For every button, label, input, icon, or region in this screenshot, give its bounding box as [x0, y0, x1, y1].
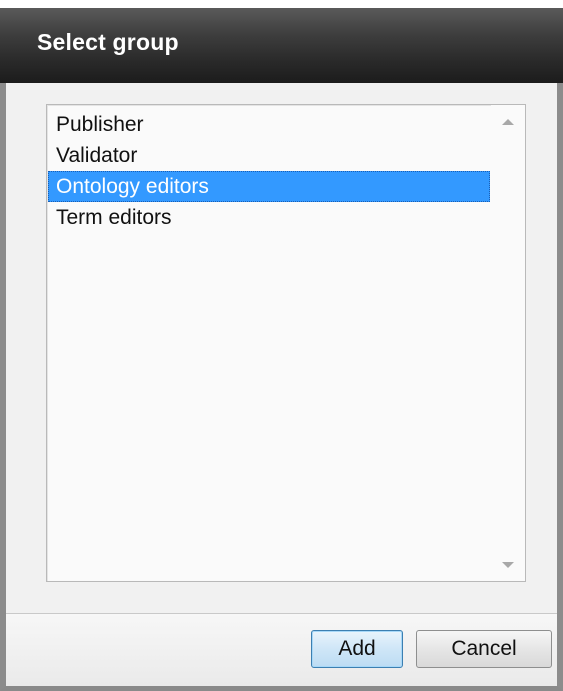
cancel-button[interactable]: Cancel	[416, 630, 552, 668]
dialog-title: Select group	[37, 29, 179, 55]
group-listbox[interactable]: Publisher Validator Ontology editors Ter…	[46, 104, 526, 582]
add-button[interactable]: Add	[311, 630, 403, 668]
listbox-scrollbar[interactable]	[491, 105, 525, 581]
group-list: Publisher Validator Ontology editors Ter…	[48, 109, 490, 233]
select-group-dialog: Select group Publisher Validator Ontolog…	[0, 8, 563, 691]
dialog-footer: Add Cancel	[6, 613, 557, 686]
list-item-term-editors[interactable]: Term editors	[48, 202, 490, 233]
scroll-down-arrow-icon[interactable]	[502, 562, 514, 568]
list-item-publisher[interactable]: Publisher	[48, 109, 490, 140]
scroll-up-arrow-icon[interactable]	[502, 119, 514, 125]
dialog-titlebar[interactable]: Select group	[0, 8, 563, 83]
dialog-content: Publisher Validator Ontology editors Ter…	[6, 83, 557, 613]
list-item-validator[interactable]: Validator	[48, 140, 490, 171]
list-item-ontology-editors[interactable]: Ontology editors	[48, 171, 490, 202]
